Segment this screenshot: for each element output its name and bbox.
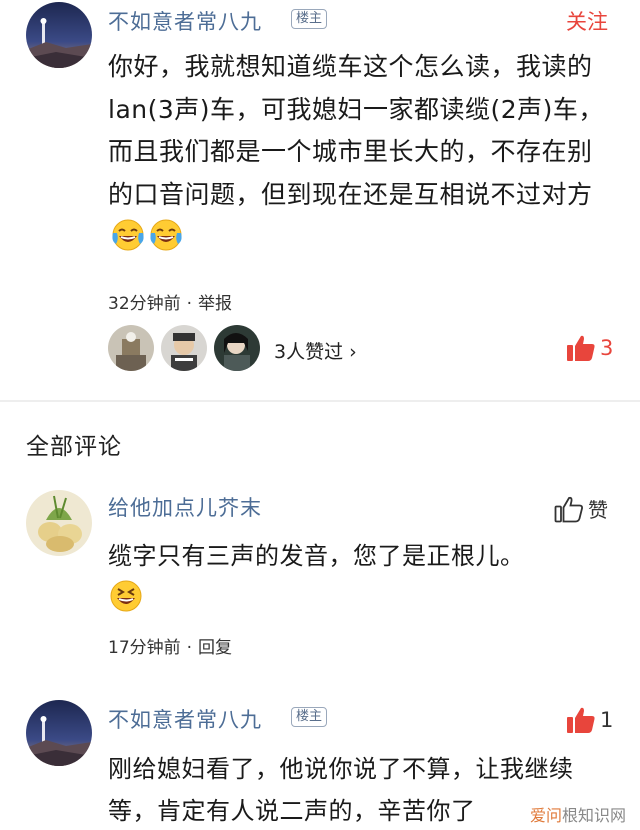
laugh-cry-emoji-icon xyxy=(148,217,184,253)
op-badge: 楼主 xyxy=(291,9,328,29)
comment-username[interactable]: 给他加点儿芥末 xyxy=(108,492,262,522)
commenter-avatar[interactable] xyxy=(26,490,92,556)
post-text: 你好，我就想知道缆车这个怎么读，我读的lan(3声)车，可我媳妇一家都读缆(2声… xyxy=(108,52,604,209)
watermark: 爱问根知识网 xyxy=(529,806,626,825)
comment-text: 缆字只有三声的发音，您了是正根儿。 xyxy=(108,542,525,570)
comment-username[interactable]: 不如意者常八九 xyxy=(108,704,262,734)
post-like-count: 3 xyxy=(600,336,614,360)
comment-like-count: 1 xyxy=(600,708,614,732)
comment-body: 缆字只有三声的发音，您了是正根儿。 xyxy=(108,535,608,619)
follow-button[interactable]: 关注 xyxy=(566,6,608,36)
divider xyxy=(0,400,640,402)
liker-avatar[interactable] xyxy=(108,325,154,371)
comment-like-label: 赞 xyxy=(588,498,608,522)
op-username[interactable]: 不如意者常八九 xyxy=(108,6,262,36)
commenter-avatar[interactable] xyxy=(26,700,92,766)
comment-time: 17分钟前 xyxy=(108,638,181,658)
comment-like-button[interactable]: 1 xyxy=(566,706,613,734)
thumbs-up-icon xyxy=(567,707,595,733)
thumbs-up-outline-icon xyxy=(554,496,583,522)
liker-avatar[interactable] xyxy=(214,325,260,371)
post-like-button[interactable]: 3 xyxy=(566,334,613,362)
post-meta: 32分钟前 · 举报 xyxy=(108,294,233,314)
likers-count-link[interactable]: 3人赞过 › xyxy=(274,337,357,364)
reply-link[interactable]: 回复 xyxy=(198,638,232,658)
post-body: 你好，我就想知道缆车这个怎么读，我读的lan(3声)车，可我媳妇一家都读缆(2声… xyxy=(108,46,608,259)
thumbs-up-icon xyxy=(567,335,595,361)
op-avatar[interactable] xyxy=(26,2,92,68)
report-link[interactable]: 举报 xyxy=(198,294,232,314)
post-time: 32分钟前 xyxy=(108,294,181,314)
liker-avatar[interactable] xyxy=(161,325,207,371)
section-title: 全部评论 xyxy=(26,434,122,460)
laugh-cry-emoji-icon xyxy=(110,217,146,253)
comment-like-button[interactable]: 赞 xyxy=(554,494,608,523)
comment-op-badge: 楼主 xyxy=(291,707,328,727)
grin-emoji-icon xyxy=(108,578,144,614)
comment-meta: 17分钟前 · 回复 xyxy=(108,638,233,658)
